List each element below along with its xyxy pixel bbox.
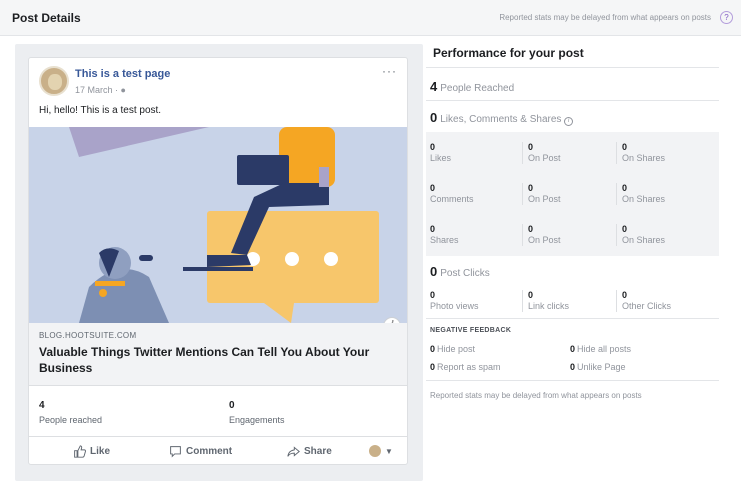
comments-on-shares-cell: 0 On Shares [622, 183, 666, 204]
negative-feedback-title: NEGATIVE FEEDBACK [430, 327, 512, 334]
stat-value: 4 [39, 400, 45, 411]
shares-on-shares-cell: 0 On Shares [622, 224, 666, 245]
illustration-graphic [69, 127, 379, 323]
link-clicks-cell: 0 Link clicks [528, 290, 570, 311]
performance-title: Performance for your post [433, 46, 584, 60]
post-text: Hi, hello! This is a test post. [39, 105, 162, 116]
engagement-breakdown-grid: 0 Likes 0 On Post 0 On Shares 0 Comments 0 On… [426, 132, 719, 256]
likes-on-post-cell: 0 On Post [528, 142, 561, 163]
divider [426, 67, 719, 68]
divider [426, 318, 719, 319]
hide-post-stat: 0 Hide post [430, 344, 476, 354]
info-icon[interactable]: i [564, 117, 574, 126]
link-domain: BLOG.HOOTSUITE.COM [39, 331, 137, 340]
link-preview[interactable]: BLOG.HOOTSUITE.COM Valuable Things Twitt… [29, 323, 407, 386]
comments-cell: 0 Comments [430, 183, 474, 204]
page-avatar[interactable] [39, 66, 69, 96]
people-reached-row: 4 People Reached [430, 79, 514, 94]
post-clicks-row: 0 Post Clicks [430, 264, 490, 279]
photo-views-cell: 0 Photo views [430, 290, 479, 311]
comments-on-post-cell: 0 On Post [528, 183, 561, 204]
clicks-value: 0 [430, 264, 438, 279]
stat-label: Engagements [229, 415, 285, 425]
thumbs-up-icon [74, 445, 86, 458]
chevron-down-icon: ▼ [385, 446, 393, 456]
more-options-icon[interactable]: ··· [382, 64, 397, 78]
divider [426, 100, 719, 101]
page-avatar-small-icon [369, 445, 381, 457]
engagement-row: 0 Likes, Comments & Shares i [430, 110, 574, 126]
delay-note: Reported stats may be delayed from what … [499, 13, 711, 22]
clicks-label: Post Clicks [440, 268, 490, 279]
hide-all-posts-stat: 0 Hide all posts [570, 344, 632, 354]
unlike-page-stat: 0 Unlike Page [570, 362, 626, 372]
share-icon [287, 446, 300, 457]
other-clicks-cell: 0 Other Clicks [622, 290, 672, 311]
engagement-value: 0 [430, 110, 438, 125]
reached-label: People Reached [440, 83, 515, 94]
globe-icon: ● [120, 85, 126, 95]
link-preview-image[interactable]: i [29, 127, 407, 323]
report-spam-stat: 0 Report as spam [430, 362, 501, 372]
page-title: Post Details [12, 11, 81, 25]
likes-cell: 0 Likes [430, 142, 452, 163]
likes-on-shares-cell: 0 On Shares [622, 142, 666, 163]
reaction-selector[interactable]: ▼ [369, 445, 393, 457]
comment-icon [170, 446, 181, 458]
engagements-stat: 0 Engagements [229, 400, 285, 425]
link-title: Valuable Things Twitter Mentions Can Tel… [39, 345, 370, 375]
share-button[interactable]: Share [287, 445, 332, 458]
engagement-label: Likes, Comments & Shares [440, 114, 562, 125]
comment-label: Comment [186, 446, 233, 457]
stat-label: People reached [39, 415, 103, 425]
comment-button[interactable]: Comment [169, 445, 232, 458]
post-card: This is a test page 17 March · ● ··· Hi,… [28, 57, 408, 465]
share-label: Share [304, 446, 332, 457]
like-button[interactable]: Like [73, 445, 110, 458]
people-reached-stat: 4 People reached [39, 400, 102, 425]
page-name-link[interactable]: This is a test page [75, 68, 170, 80]
divider [426, 380, 719, 381]
post-actions: Like Comment Share ▼ [29, 436, 407, 464]
footer-note: Reported stats may be delayed from what … [430, 391, 642, 400]
post-date: 17 March · ● [75, 85, 126, 95]
stat-value: 0 [229, 400, 235, 411]
like-label: Like [90, 446, 111, 457]
help-icon[interactable]: ? [720, 11, 733, 24]
top-bar: Post Details Reported stats may be delay… [0, 0, 741, 36]
reached-value: 4 [430, 79, 438, 94]
shares-on-post-cell: 0 On Post [528, 224, 561, 245]
shares-cell: 0 Shares [430, 224, 459, 245]
